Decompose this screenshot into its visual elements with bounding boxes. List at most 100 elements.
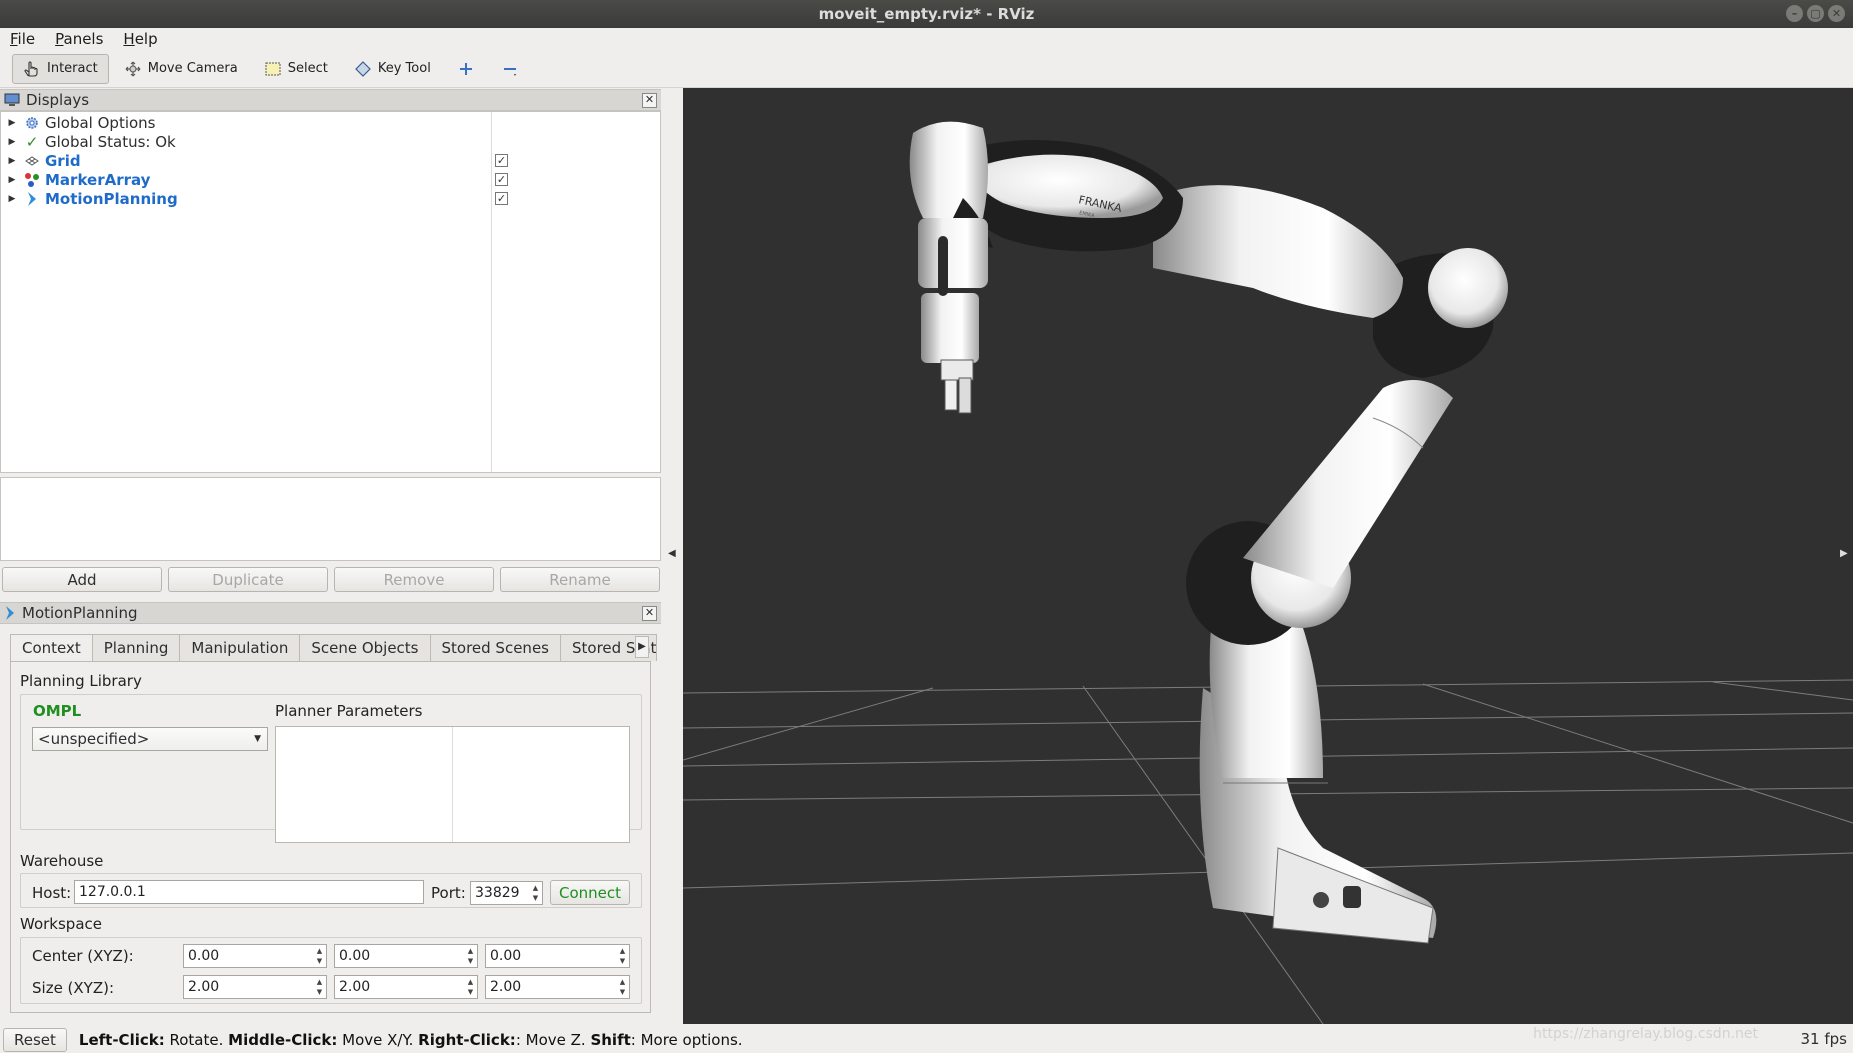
key-tool-button[interactable]: Key Tool	[343, 54, 442, 84]
minus-icon	[503, 67, 516, 76]
library-name: OMPL	[33, 702, 82, 720]
host-input[interactable]: 127.0.0.1	[74, 880, 424, 904]
grid-icon	[23, 153, 41, 169]
monitor-icon	[4, 93, 20, 106]
collapse-right-panel-icon[interactable]: ▶	[1840, 548, 1848, 559]
camera-move-icon	[125, 61, 141, 76]
displays-button-row: Add Duplicate Remove Rename	[2, 567, 660, 593]
tab-scroll-right-button[interactable]: ▶	[635, 636, 649, 658]
planner-parameters-label: Planner Parameters	[275, 702, 423, 720]
move-camera-tool-button[interactable]: Move Camera	[113, 54, 249, 84]
host-label: Host:	[32, 884, 72, 902]
center-x-input[interactable]: 0.00 ▲ ▼	[183, 944, 327, 968]
expand-arrow-icon[interactable]: ▶	[1, 118, 23, 128]
display-description-box	[0, 477, 661, 561]
window-titlebar: moveit_empty.rviz* - RViz – ▢ ✕	[0, 0, 1853, 28]
tab-manipulation[interactable]: Manipulation	[179, 634, 301, 661]
tab-context[interactable]: Context	[10, 634, 93, 662]
expand-arrow-icon[interactable]: ▶	[1, 156, 23, 166]
menu-bar: File Panels Help	[0, 28, 1853, 50]
select-label: Select	[287, 61, 328, 76]
select-tool-button[interactable]: Select	[253, 54, 339, 84]
menu-file[interactable]: File	[0, 28, 45, 50]
context-tab-pane: Planning Library OMPL <unspecified> ▼ Pla…	[10, 661, 651, 1013]
spinner-arrows-icon[interactable]: ▲ ▼	[617, 946, 628, 966]
menu-help[interactable]: Help	[113, 28, 167, 50]
motionplanning-close-button[interactable]: ✕	[642, 606, 657, 621]
tree-item-markerarray[interactable]: ▶ MarkerArray	[1, 170, 151, 189]
robot-scene: FRANKA EMIKA	[683, 121, 1853, 1024]
maximize-button[interactable]: ▢	[1807, 5, 1824, 22]
tab-scene-objects[interactable]: Scene Objects	[299, 634, 431, 661]
check-icon: ✓	[25, 132, 39, 151]
size-label: Size (XYZ):	[32, 979, 115, 997]
rename-display-button[interactable]: Rename	[500, 567, 660, 592]
spinner-arrows-icon[interactable]: ▲ ▼	[617, 977, 628, 997]
interact-tool-button[interactable]: Interact	[12, 53, 109, 84]
motion-icon	[6, 606, 14, 620]
interact-label: Interact	[47, 61, 98, 76]
motionplanning-tabs: Context Planning Manipulation Scene Obje…	[10, 634, 657, 662]
displays-panel-header: Displays ✕	[0, 89, 661, 111]
size-y-input[interactable]: 2.00 ▲ ▼	[334, 975, 478, 999]
center-z-input[interactable]: 0.00 ▲ ▼	[485, 944, 630, 968]
port-input[interactable]: 33829 ▲ ▼	[470, 881, 543, 905]
displays-close-button[interactable]: ✕	[642, 93, 657, 108]
remove-tool-button[interactable]	[490, 54, 530, 84]
select-box-icon	[265, 62, 281, 75]
spinner-arrows-icon[interactable]: ▲ ▼	[530, 883, 541, 903]
key-diamond-icon	[355, 60, 371, 77]
move-camera-label: Move Camera	[147, 61, 238, 76]
gear-icon	[23, 115, 41, 131]
tree-item-grid[interactable]: ▶ Grid	[1, 151, 81, 170]
planner-parameters-table[interactable]	[275, 726, 630, 843]
motionplanning-panel-header: MotionPlanning ✕	[0, 602, 661, 624]
port-label: Port:	[431, 884, 466, 902]
collapse-left-panel-icon[interactable]: ◀	[668, 548, 676, 559]
expand-arrow-icon[interactable]: ▶	[1, 137, 23, 147]
workspace-label: Workspace	[20, 915, 102, 933]
menu-panels[interactable]: Panels	[45, 28, 113, 50]
tab-stored-scenes[interactable]: Stored Scenes	[429, 634, 561, 661]
planner-select[interactable]: <unspecified> ▼	[32, 727, 268, 751]
tree-item-global-status[interactable]: ▶ ✓ Global Status: Ok	[1, 132, 176, 151]
center-label: Center (XYZ):	[32, 947, 134, 965]
expand-arrow-icon[interactable]: ▶	[1, 194, 23, 204]
key-tool-label: Key Tool	[377, 61, 431, 76]
displays-title: Displays	[26, 91, 90, 109]
remove-display-button[interactable]: Remove	[334, 567, 494, 592]
connect-button[interactable]: Connect	[550, 880, 630, 905]
expand-arrow-icon[interactable]: ▶	[1, 175, 23, 185]
tab-planning[interactable]: Planning	[91, 634, 181, 661]
center-y-input[interactable]: 0.00 ▲ ▼	[334, 944, 478, 968]
add-tool-button[interactable]	[446, 54, 486, 84]
spinner-arrows-icon[interactable]: ▲ ▼	[465, 946, 476, 966]
size-z-input[interactable]: 2.00 ▲ ▼	[485, 975, 630, 999]
spinner-arrows-icon[interactable]: ▲ ▼	[314, 946, 325, 966]
window-title: moveit_empty.rviz* - RViz	[818, 5, 1035, 23]
spinner-arrows-icon[interactable]: ▲ ▼	[314, 977, 325, 997]
tool-bar: Interact Move Camera Select Key Tool	[0, 50, 1853, 88]
motionplanning-title: MotionPlanning	[22, 604, 138, 622]
chevron-down-icon: ▼	[254, 734, 261, 744]
plus-icon	[459, 62, 472, 75]
reset-button[interactable]: Reset	[3, 1027, 67, 1052]
add-display-button[interactable]: Add	[2, 567, 162, 592]
duplicate-display-button[interactable]: Duplicate	[168, 567, 328, 592]
markerarray-checkbox[interactable]: ✓	[495, 173, 508, 186]
spinner-arrows-icon[interactable]: ▲ ▼	[465, 977, 476, 997]
size-x-input[interactable]: 2.00 ▲ ▼	[183, 975, 327, 999]
status-hint: Left-Click: Rotate. Middle-Click: Move X…	[78, 1030, 743, 1049]
grid-checkbox[interactable]: ✓	[495, 154, 508, 167]
tree-item-motionplanning[interactable]: ▶ MotionPlanning	[1, 189, 178, 208]
close-window-button[interactable]: ✕	[1828, 5, 1845, 22]
marker-icon	[23, 172, 41, 188]
minimize-button[interactable]: –	[1786, 5, 1803, 22]
displays-tree: ▶ Global Options ▶ ✓ Global Status: Ok ▶…	[0, 111, 661, 473]
render-viewport[interactable]: FRANKA EMIKA	[683, 88, 1853, 1024]
tree-item-global-options[interactable]: ▶ Global Options	[1, 113, 156, 132]
motionplanning-checkbox[interactable]: ✓	[495, 192, 508, 205]
watermark: https://zhangrelay.blog.csdn.net	[1533, 1026, 1758, 1042]
motion-icon	[23, 191, 41, 207]
hand-pointer-icon	[24, 60, 38, 77]
